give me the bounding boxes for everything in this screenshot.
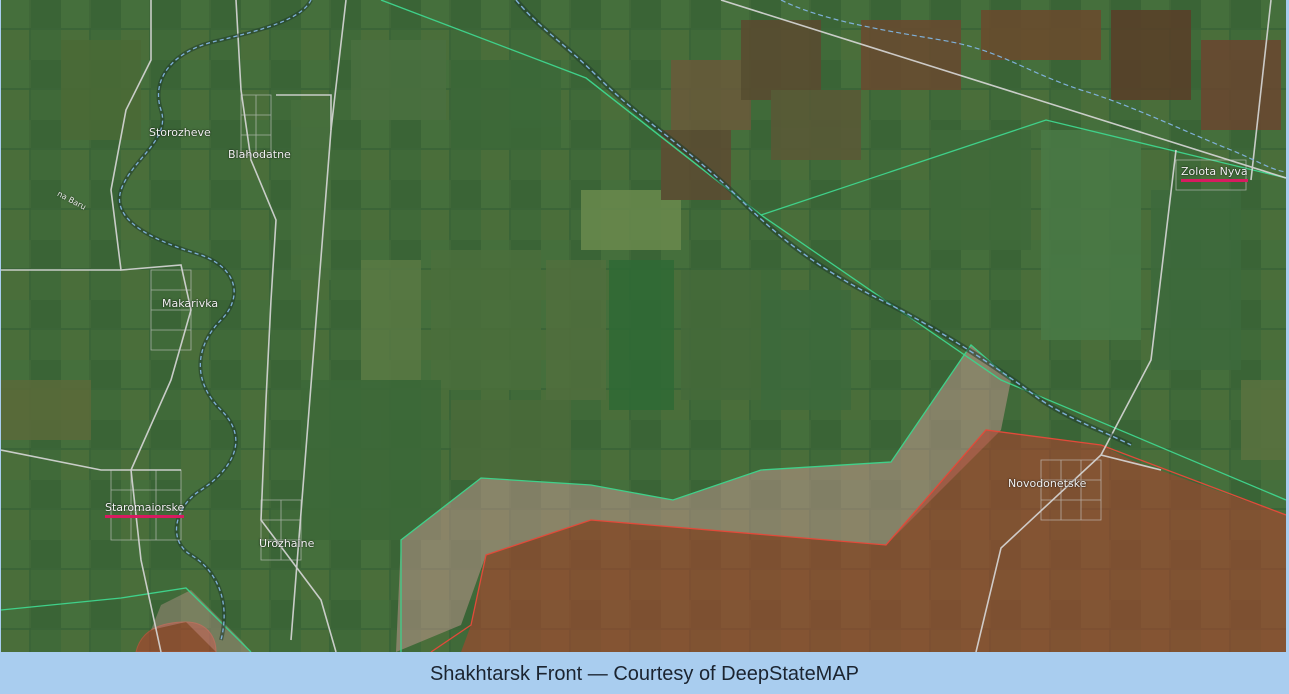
place-label-storozheve[interactable]: Storozheve — [149, 127, 211, 139]
place-label-makarivka[interactable]: Makarivka — [162, 298, 218, 310]
place-label-novodonetske[interactable]: Novodonetske — [1008, 478, 1086, 490]
place-label-zolota-nyva[interactable]: Zolota Nyva — [1181, 166, 1248, 182]
map-figure: na Baru Storozheve Blahodatne Makarivka … — [0, 0, 1289, 694]
place-label-staromaiorske[interactable]: Staromaiorske — [105, 502, 185, 518]
place-label-urozhaine[interactable]: Urozhaine — [259, 538, 314, 550]
map-canvas — [1, 0, 1286, 652]
map-caption: Shakhtarsk Front — Courtesy of DeepState… — [429, 663, 860, 685]
satellite-map[interactable]: na Baru Storozheve Blahodatne Makarivka … — [1, 0, 1286, 652]
place-label-blahodatne[interactable]: Blahodatne — [228, 149, 291, 161]
